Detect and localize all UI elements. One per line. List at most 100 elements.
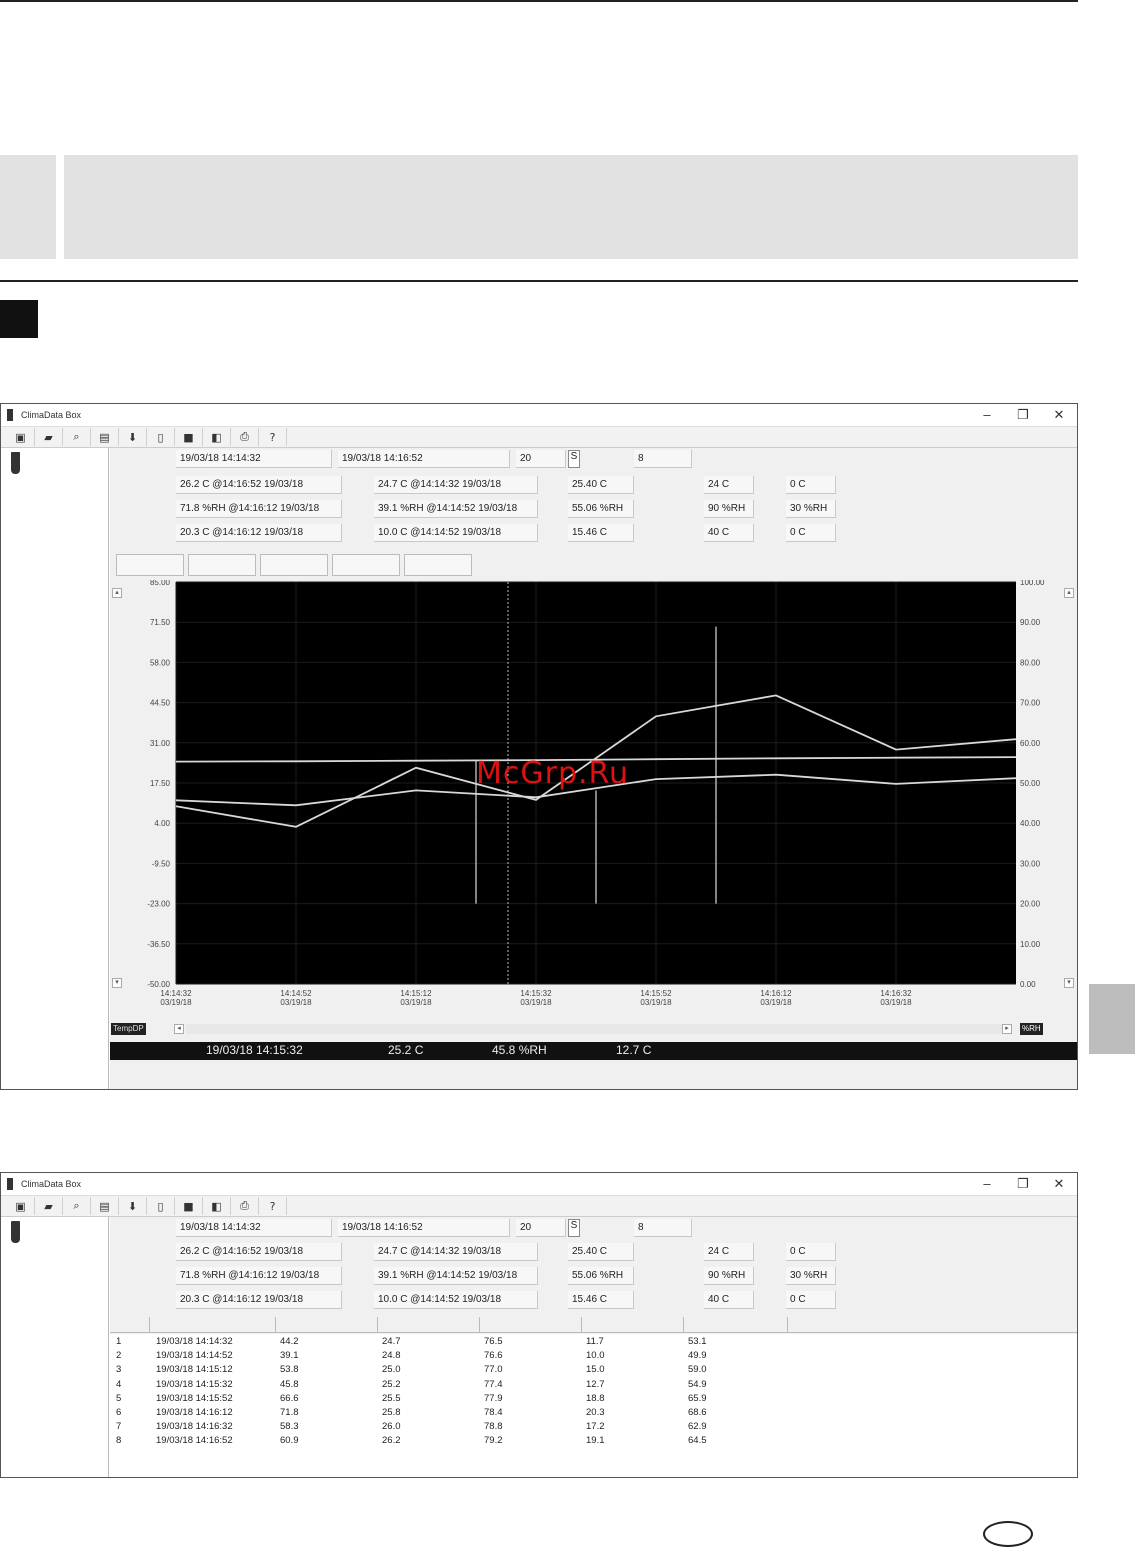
table-row[interactable]: 8 19/03/18 14:16:52 60.9 26.2 79.2 19.1 64.5 (110, 1435, 1077, 1447)
memory-icon[interactable]: ▤ (91, 1197, 119, 1215)
dp-max-field: 20.3 C @14:16:12 19/03/18 (176, 1291, 342, 1309)
search-device-icon[interactable]: ⌕ (63, 1197, 91, 1215)
column-header[interactable] (110, 1317, 150, 1333)
display-icon[interactable]: ■ (175, 428, 203, 446)
interval-unit[interactable]: S (568, 450, 580, 468)
table-cell: 49.9 (688, 1350, 707, 1362)
y-right-tick-label: 30.00 (1020, 859, 1041, 868)
table-pane: 19/03/18 14:14:32 19/03/18 14:16:52 20 S… (110, 1217, 1077, 1477)
table-cell: 64.5 (688, 1435, 707, 1447)
help-icon[interactable]: ? (259, 428, 287, 446)
dp-avg-field: 15.46 C (568, 1291, 634, 1309)
print-icon[interactable]: ⎙ (231, 428, 259, 446)
cursor-dp: 12.7 C (616, 1043, 652, 1057)
table-cell: 4 (116, 1378, 122, 1390)
table-cell: 25.8 (382, 1407, 401, 1418)
column-header[interactable] (150, 1317, 276, 1333)
memory-icon[interactable]: ▤ (91, 428, 119, 446)
minimize-button[interactable]: – (969, 407, 1005, 423)
column-header[interactable] (582, 1317, 684, 1333)
column-header[interactable] (684, 1317, 788, 1333)
column-header[interactable] (378, 1317, 480, 1333)
top-rule (0, 0, 1078, 2)
app-icon (7, 409, 13, 421)
temp-high-field: 24 C (704, 476, 754, 494)
device-icon[interactable] (11, 1221, 20, 1243)
open-icon[interactable]: ▰ (35, 1197, 63, 1215)
view-tab-2[interactable] (188, 554, 256, 576)
rh-avg-field: 55.06 %RH (568, 500, 634, 518)
view-tab-3[interactable] (260, 554, 328, 576)
left-series-label[interactable]: TempDP (111, 1023, 146, 1035)
table-row[interactable]: 3 19/03/18 14:15:12 53.8 25.0 77.0 15.0 59.0 (110, 1364, 1077, 1376)
cursor-rh: 45.8 %RH (492, 1043, 547, 1057)
help-icon[interactable]: ? (259, 1197, 287, 1215)
temp-avg-field: 25.40 C (568, 476, 634, 494)
device-list[interactable] (1, 1217, 109, 1477)
table-row[interactable]: 5 19/03/18 14:15:52 66.6 25.5 77.9 18.8 65.9 (110, 1393, 1077, 1405)
dp-high-field: 40 C (704, 1291, 754, 1309)
table-cell: 19/03/18 14:16:52 (156, 1435, 233, 1447)
graph-window: ClimaData Box – ❐ ✕ ▣ ▰ ⌕ ▤ ⬇ ▯ ■ ◧ ⎙ ? … (0, 403, 1078, 1090)
close-button[interactable]: ✕ (1041, 1176, 1077, 1192)
horizontal-scrollbar[interactable] (186, 1024, 1002, 1034)
table-cell: 77.4 (484, 1378, 503, 1390)
scroll-right-arrow[interactable]: ▸ (1002, 1024, 1012, 1034)
download-icon[interactable]: ⬇ (119, 428, 147, 446)
device-icon[interactable] (11, 452, 20, 474)
open-icon[interactable]: ▰ (35, 428, 63, 446)
table-cell: 1 (116, 1336, 122, 1347)
interval-field: 20 (516, 1219, 566, 1237)
table-window: ClimaData Box – ❐ ✕ ▣ ▰ ⌕ ▤ ⬇ ▯ ■ ◧ ⎙ ? … (0, 1172, 1078, 1478)
search-device-icon[interactable]: ⌕ (63, 428, 91, 446)
minimize-button[interactable]: – (969, 1176, 1005, 1192)
column-header[interactable] (276, 1317, 378, 1333)
table-row[interactable]: 2 19/03/18 14:14:52 39.1 24.8 76.6 10.0 49.9 (110, 1350, 1077, 1362)
column-header[interactable] (480, 1317, 582, 1333)
interval-unit[interactable]: S (568, 1219, 580, 1237)
table-row[interactable]: 4 19/03/18 14:15:32 45.8 25.2 77.4 12.7 54.9 (110, 1379, 1077, 1391)
maximize-button[interactable]: ❐ (1005, 407, 1041, 423)
device-list[interactable] (1, 448, 109, 1089)
download-icon[interactable]: ⬇ (119, 1197, 147, 1215)
scroll-left-arrow[interactable]: ◂ (174, 1024, 184, 1034)
table-cell: 3 (116, 1364, 122, 1376)
cursor-temp: 25.2 C (388, 1043, 424, 1057)
x-tick-label: 14:15:32 (520, 989, 552, 998)
table-row[interactable]: 6 19/03/18 14:16:12 71.8 25.8 78.4 20.3 68.6 (110, 1407, 1077, 1419)
table-cell: 12.7 (586, 1378, 605, 1390)
view-tab-1[interactable] (116, 554, 184, 576)
x-tick-label: 14:15:12 (400, 989, 432, 998)
close-button[interactable]: ✕ (1041, 407, 1077, 423)
battery-icon[interactable]: ▯ (147, 1197, 175, 1215)
table-cell: 25.2 (382, 1378, 401, 1390)
app-icon (7, 1178, 13, 1190)
right-series-label[interactable]: %RH (1020, 1023, 1043, 1035)
save-icon[interactable]: ▣ (7, 1197, 35, 1215)
window-icon[interactable]: ◧ (203, 428, 231, 446)
print-icon[interactable]: ⎙ (231, 1197, 259, 1215)
display-icon[interactable]: ■ (175, 1197, 203, 1215)
view-tab-5[interactable] (404, 554, 472, 576)
table-cell: 62.9 (688, 1421, 707, 1433)
window-icon[interactable]: ◧ (203, 1197, 231, 1215)
save-icon[interactable]: ▣ (7, 428, 35, 446)
y-left-tick-label: 71.50 (150, 618, 171, 627)
table-cell: 76.6 (484, 1350, 503, 1362)
table-row[interactable]: 1 19/03/18 14:14:32 44.2 24.7 76.5 11.7 53.1 (110, 1336, 1077, 1348)
table-cell: 58.3 (280, 1421, 299, 1433)
measurement-chart[interactable]: 85.00 71.50 58.00 44.50 31.00 17.50 4.00 -9.50 -… (110, 580, 1078, 1020)
battery-icon[interactable]: ▯ (147, 428, 175, 446)
dp-low-field: 0 C (786, 524, 836, 542)
table-cell: 19/03/18 14:15:52 (156, 1392, 233, 1404)
table-cell: 26.2 (382, 1435, 401, 1447)
table-header (110, 1317, 1077, 1333)
view-tab-4[interactable] (332, 554, 400, 576)
maximize-button[interactable]: ❐ (1005, 1176, 1041, 1192)
rh-high-field: 90 %RH (704, 500, 754, 518)
dp-min-field: 10.0 C @14:14:52 19/03/18 (374, 524, 538, 542)
x-tick-label: 14:14:52 (280, 989, 312, 998)
start-time-field: 19/03/18 14:14:32 (176, 450, 332, 468)
table-row[interactable]: 7 19/03/18 14:16:32 58.3 26.0 78.8 17.2 62.9 (110, 1421, 1077, 1433)
y-left-tick-label: 58.00 (150, 658, 171, 667)
